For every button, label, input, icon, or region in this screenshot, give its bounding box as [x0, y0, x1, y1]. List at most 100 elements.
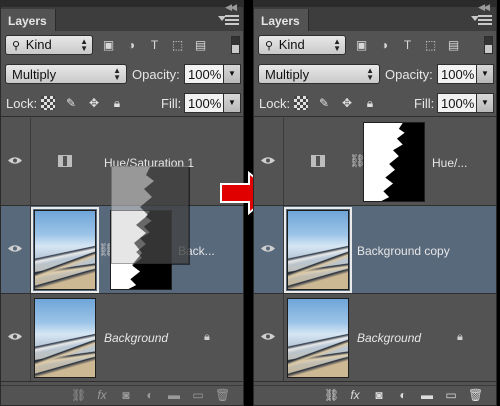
smart-object-filter-icon[interactable]: ▤ [193, 38, 208, 52]
smart-object-filter-icon[interactable]: ▤ [446, 38, 461, 52]
layer-row[interactable]: Background 🔒︎ [254, 294, 496, 382]
trash-icon[interactable]: 🗑︎ [468, 388, 483, 402]
eye-icon[interactable] [8, 244, 22, 253]
eye-icon[interactable] [8, 156, 22, 165]
lock-all-icon[interactable]: 🔒︎ [363, 96, 377, 110]
layer-thumbnail[interactable] [287, 298, 349, 378]
chevron-updown-icon: ▲ ▼ [113, 66, 121, 82]
fill-dropdown-button[interactable]: ▼ [477, 93, 494, 113]
panel-top-strip [254, 1, 496, 7]
shape-filter-icon[interactable]: ⬚ [423, 38, 438, 52]
adjustment-icon[interactable]: ◐ [396, 388, 410, 402]
layer-name[interactable]: Background copy [357, 244, 450, 258]
adjustment-filter-icon[interactable]: ◑ [377, 38, 392, 52]
folder-icon[interactable]: ▬ [420, 388, 434, 402]
mask-icon[interactable]: ◙ [119, 388, 133, 402]
tab-layers[interactable]: Layers [1, 9, 56, 31]
lock-all-icon[interactable]: 🔒︎ [110, 96, 124, 110]
type-filter-icon[interactable]: T [147, 38, 162, 52]
lock-transparency-icon[interactable] [41, 96, 55, 110]
fill-input[interactable]: 100% [437, 93, 477, 113]
adjustment-layer-icon [311, 155, 325, 167]
eye-icon[interactable] [261, 332, 275, 341]
drag-ghost-mask [111, 166, 190, 265]
filter-toggle[interactable] [484, 36, 493, 54]
opacity-dropdown-button[interactable]: ▼ [224, 64, 241, 84]
filter-kind-label: Kind [25, 37, 52, 52]
lock-transparency-icon[interactable] [294, 96, 308, 110]
panel-menu-icon[interactable] [471, 15, 492, 25]
eye-icon[interactable] [261, 156, 275, 165]
filter-toggle[interactable] [231, 36, 240, 54]
blend-mode-label: Multiply [12, 67, 57, 82]
blend-mode-select[interactable]: Multiply ▲ ▼ [5, 64, 127, 84]
opacity-label: Opacity: [132, 67, 180, 82]
layer-row-selected[interactable]: Background copy [254, 206, 496, 294]
layer-row[interactable]: ⛓ Hue/... [254, 118, 496, 206]
opacity-input[interactable]: 100% [184, 64, 224, 84]
blend-mode-select[interactable]: Multiply ▲ ▼ [258, 64, 380, 84]
panel-tab-bar: ◀◀ Layers [254, 1, 496, 31]
chevron-updown-icon: ▲ ▼ [333, 37, 341, 53]
adjustment-icon[interactable]: ◐ [143, 388, 157, 402]
filter-row: ⚲ Kind ▲ ▼ ▣ ◑ T ⬚ ▤ [254, 31, 496, 59]
layer-mask-thumbnail[interactable] [363, 122, 425, 202]
collapse-icon[interactable]: ◀◀ [478, 2, 490, 13]
layer-thumbnail[interactable] [284, 207, 352, 293]
blend-row: Multiply ▲ ▼ Opacity: 100% ▼ [1, 59, 243, 89]
folder-icon[interactable]: ▬ [167, 388, 181, 402]
eye-icon[interactable] [261, 244, 275, 253]
opacity-dropdown-button[interactable]: ▼ [477, 64, 494, 84]
filter-row: ⚲ Kind ▲ ▼ ▣ ◑ T ⬚ ▤ [1, 31, 243, 59]
panel-footer: ⛓ fx ◙ ◐ ▬ ▭ 🗑︎ [254, 385, 496, 405]
filter-kind-select[interactable]: ⚲ Kind ▲ ▼ [258, 35, 346, 55]
lock-pixels-icon[interactable]: ✎ [64, 96, 78, 110]
layer-name[interactable]: Background [357, 331, 421, 345]
fill-input[interactable]: 100% [184, 93, 224, 113]
fx-icon[interactable]: fx [348, 388, 362, 402]
lock-position-icon[interactable]: ✥ [87, 96, 101, 110]
lock-row: Lock: ✎ ✥ 🔒︎ Fill: 100% ▼ [254, 89, 496, 117]
new-layer-icon[interactable]: ▭ [444, 388, 458, 402]
opacity-input[interactable]: 100% [437, 64, 477, 84]
panel-menu-icon[interactable] [218, 15, 239, 25]
pixel-filter-icon[interactable]: ▣ [101, 38, 116, 52]
mask-icon[interactable]: ◙ [372, 388, 386, 402]
link-icon[interactable]: ⛓ [71, 388, 86, 402]
new-layer-icon[interactable]: ▭ [191, 388, 205, 402]
lock-icon: 🔒︎ [457, 331, 463, 343]
shape-filter-icon[interactable]: ⬚ [170, 38, 185, 52]
pixel-filter-icon[interactable]: ▣ [354, 38, 369, 52]
fill-dropdown-button[interactable]: ▼ [224, 93, 241, 113]
eye-icon[interactable] [8, 332, 22, 341]
search-icon: ⚲ [12, 40, 21, 52]
panel-tab-bar: ◀◀ Layers [1, 1, 243, 31]
filter-kind-label: Kind [278, 37, 305, 52]
fx-icon[interactable]: fx [95, 388, 109, 402]
lock-row: Lock: ✎ ✥ 🔒︎ Fill: 100% ▼ [1, 89, 243, 117]
adjustment-filter-icon[interactable]: ◑ [124, 38, 139, 52]
search-icon: ⚲ [265, 40, 274, 52]
tab-layers[interactable]: Layers [254, 9, 309, 31]
fill-label: Fill: [414, 96, 435, 111]
lock-label: Lock: [259, 96, 291, 111]
lock-label: Lock: [6, 96, 38, 111]
link-icon[interactable]: ⛓ [324, 388, 339, 402]
fill-label: Fill: [161, 96, 182, 111]
layer-thumbnail[interactable] [31, 207, 99, 293]
layer-thumbnail[interactable] [34, 298, 96, 378]
layer-name[interactable]: Background [104, 331, 168, 345]
blend-row: Multiply ▲ ▼ Opacity: 100% ▼ [254, 59, 496, 89]
type-filter-icon[interactable]: T [400, 38, 415, 52]
lock-position-icon[interactable]: ✥ [340, 96, 354, 110]
blend-mode-label: Multiply [265, 67, 310, 82]
opacity-label: Opacity: [385, 67, 433, 82]
layer-name[interactable]: Hue/... [432, 156, 467, 170]
filter-kind-select[interactable]: ⚲ Kind ▲ ▼ [5, 35, 93, 55]
layers-panel-right: ◀◀ Layers ⚲ Kind ▲ ▼ ▣ ◑ T ⬚ ▤ Multiply ▲… [253, 0, 497, 406]
lock-pixels-icon[interactable]: ✎ [317, 96, 331, 110]
chevron-updown-icon: ▲ ▼ [80, 37, 88, 53]
layer-row[interactable]: Background 🔒︎ [1, 294, 243, 382]
trash-icon[interactable]: 🗑︎ [215, 388, 230, 402]
collapse-icon[interactable]: ◀◀ [225, 2, 237, 13]
